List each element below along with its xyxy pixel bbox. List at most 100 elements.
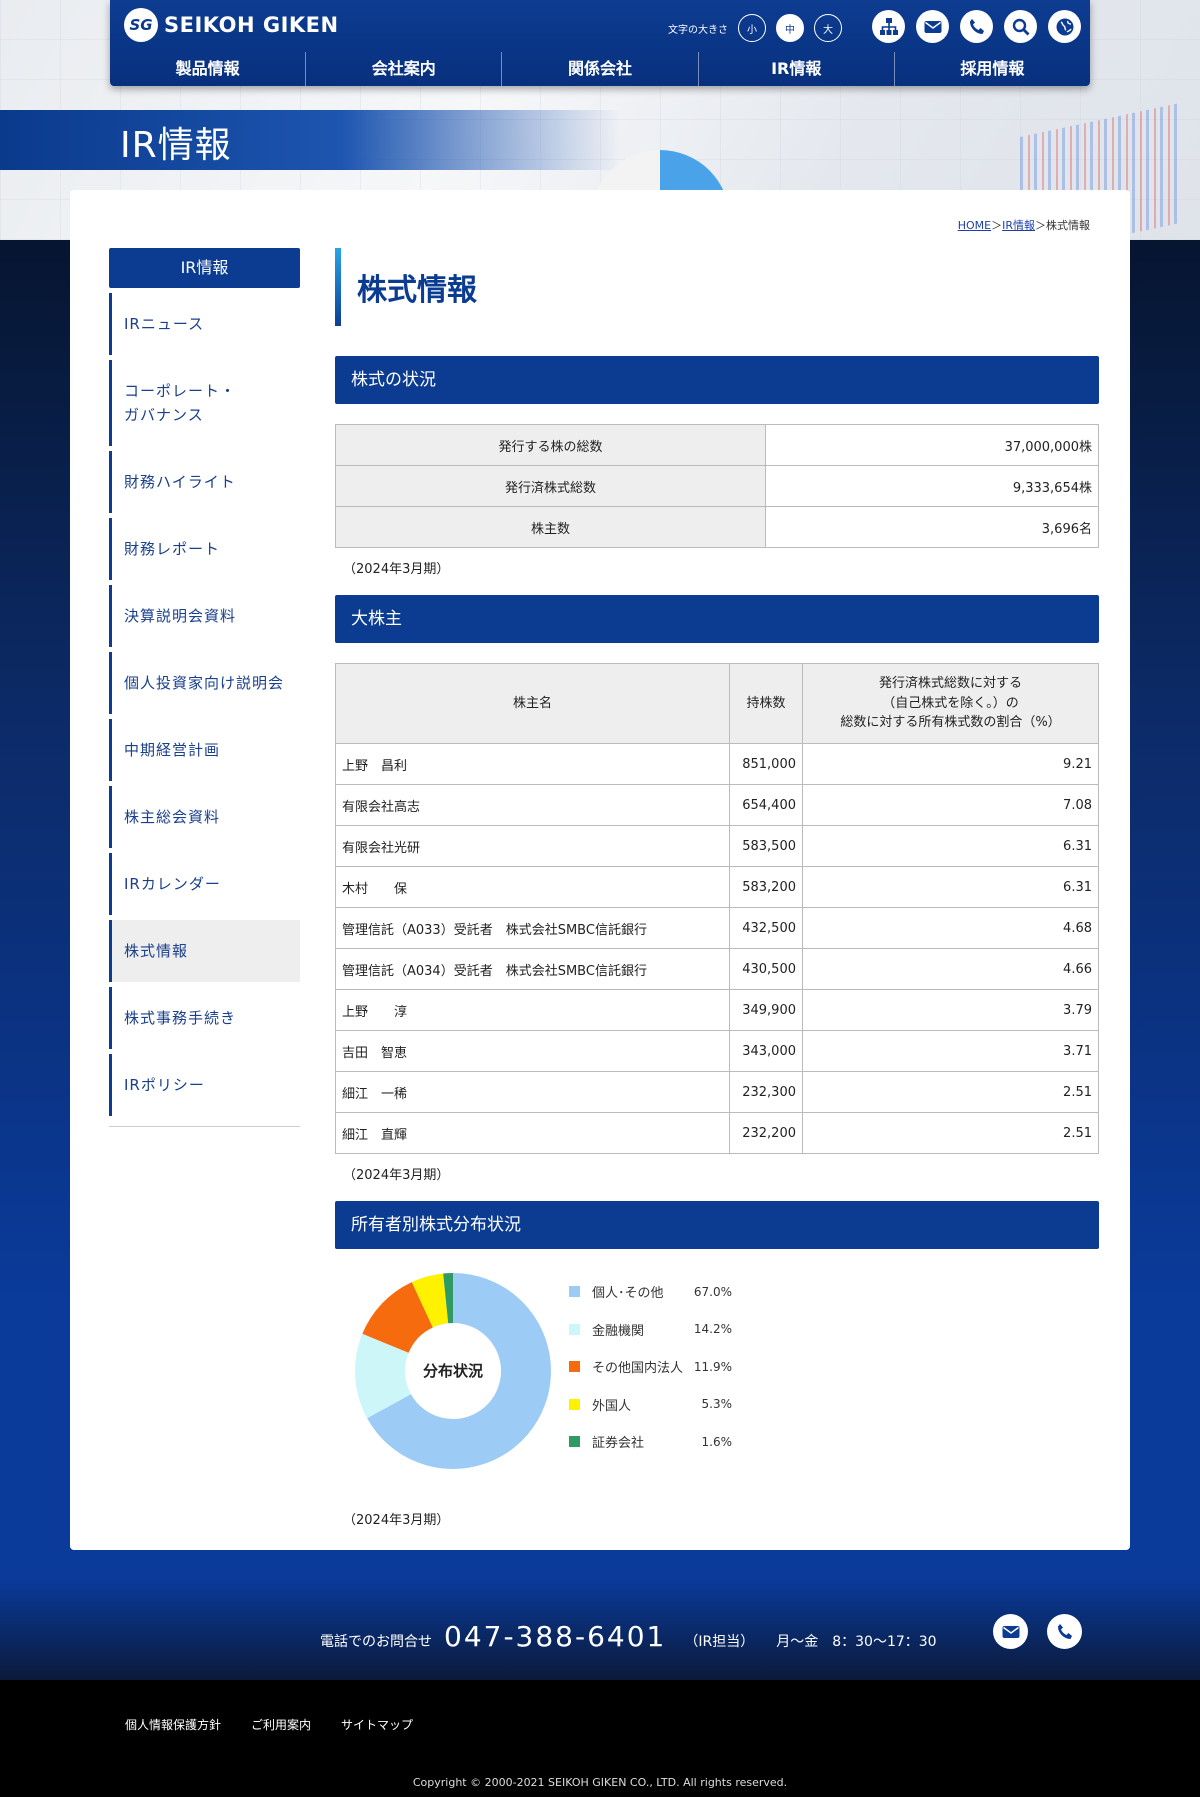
font-size-label: 文字の大きさ (668, 24, 728, 36)
legend-label: 金融機関 (592, 1323, 645, 1339)
ratio-cell: 4.68 (802, 907, 1099, 949)
table-cell-label: 発行済株式総数 (335, 465, 766, 507)
table-row: 株主数 3,696名 (335, 506, 1099, 548)
hero-title: IR情報 (120, 125, 232, 166)
legend-value: 11.9% (693, 1359, 732, 1374)
gnav-affiliates[interactable]: 関係会社 (502, 52, 699, 86)
column-header-ratio: 発行済株式総数に対する （自己株式を除く。）の 総数に対する所有株式数の割合（%… (802, 663, 1099, 744)
shares-cell: 430,500 (729, 948, 803, 990)
contact-tel[interactable]: 047-388-6401 (444, 1620, 666, 1653)
sidebar-item-ir-policy[interactable]: IRポリシー (109, 1054, 300, 1116)
sidebar-item-shareholders-meeting[interactable]: 株主総会資料 (109, 786, 300, 848)
main-panel: HOME＞IR情報＞株式情報 IR情報 IRニュース コーポレート・ ガバナンス… (70, 190, 1130, 1550)
shareholder-name-cell: 細江 直輝 (335, 1112, 730, 1154)
gnav-recruit[interactable]: 採用情報 (895, 52, 1090, 86)
globe-icon[interactable] (1048, 10, 1081, 43)
mail-icon[interactable] (916, 10, 949, 43)
gnav-company[interactable]: 会社案内 (306, 52, 503, 86)
ratio-cell: 2.51 (802, 1112, 1099, 1154)
sidebar-item-financial-highlight[interactable]: 財務ハイライト (109, 451, 300, 513)
footer-links: 個人情報保護方針 ご利用案内 サイトマップ (125, 1716, 413, 1733)
shareholder-name-cell: 有限会社高志 (335, 784, 730, 826)
shareholder-name-cell: 細江 一稀 (335, 1071, 730, 1113)
sidebar-item-ir-news[interactable]: IRニュース (109, 293, 300, 355)
ratio-cell: 4.66 (802, 948, 1099, 990)
ratio-cell: 2.51 (802, 1071, 1099, 1113)
legend-value: 1.6% (701, 1434, 733, 1449)
font-size-small-button[interactable]: 小 (738, 14, 766, 42)
table-row: 細江 一稀 232,300 2.51 (335, 1071, 1099, 1113)
column-header-shares: 持株数 (729, 663, 803, 744)
section-heading-stock-status: 株式の状況 (335, 356, 1099, 404)
sidebar-item-governance[interactable]: コーポレート・ ガバナンス (109, 360, 300, 446)
site-logo[interactable]: SG SEIKOH GIKEN (124, 8, 339, 42)
shareholder-name-cell: 木村 保 (335, 866, 730, 908)
breadcrumb-home-link[interactable]: HOME (958, 219, 991, 232)
legend-item: その他国内法人 11.9% (569, 1348, 732, 1386)
mail-icon[interactable] (993, 1614, 1028, 1649)
major-shareholders-rows: 上野 昌利 851,000 9.21 有限会社高志 654,400 7.08 有限会社光研 5… (335, 743, 1099, 1154)
table-row: 発行済株式総数 9,333,654株 (335, 465, 1099, 507)
shareholder-name-cell: 管理信託（A034）受託者 株式会社SMBC信託銀行 (335, 948, 730, 990)
legend-label: 外国人 (592, 1398, 632, 1414)
sidebar-item-stock-procedures[interactable]: 株式事務手続き (109, 987, 300, 1049)
table-row: 上野 昌利 851,000 9.21 (335, 743, 1099, 785)
sidebar-item-briefing-materials[interactable]: 決算説明会資料 (109, 585, 300, 647)
search-icon[interactable] (1004, 10, 1037, 43)
table-row: 有限会社高志 654,400 7.08 (335, 784, 1099, 826)
sidebar-title[interactable]: IR情報 (109, 248, 300, 288)
footer-link-terms[interactable]: ご利用案内 (251, 1716, 311, 1733)
ratio-cell: 6.31 (802, 825, 1099, 867)
legend-swatch (569, 1323, 580, 1335)
breadcrumb-ir-link[interactable]: IR情報 (1002, 219, 1035, 232)
font-size-large-button[interactable]: 大 (814, 14, 842, 42)
legend-value: 5.3% (701, 1397, 733, 1412)
legend-swatch (569, 1286, 580, 1298)
sidebar: IR情報 IRニュース コーポレート・ ガバナンス 財務ハイライト 財務レポート… (109, 248, 300, 1127)
table-row: 管理信託（A034）受託者 株式会社SMBC信託銀行 430,500 4.66 (335, 948, 1099, 990)
table-row: 上野 淳 349,900 3.79 (335, 989, 1099, 1031)
shareholder-name-cell: 上野 淳 (335, 989, 730, 1031)
table-cell-label: 株主数 (335, 506, 766, 548)
header-tools (872, 10, 1081, 43)
contact-hours: 月〜金 8：30〜17：30 (776, 1634, 937, 1650)
table-header-row: 株主名 持株数 発行済株式総数に対する （自己株式を除く。）の 総数に対する所有… (335, 663, 1099, 744)
legend-item: 外国人 5.3% (569, 1386, 732, 1424)
legend-swatch (569, 1398, 580, 1410)
breadcrumb: HOME＞IR情報＞株式情報 (958, 217, 1090, 233)
legend-item: 個人･その他 67.0% (569, 1273, 732, 1311)
sitemap-icon[interactable] (872, 10, 905, 43)
table-cell-value: 37,000,000株 (765, 424, 1099, 466)
contact-info: 電話でのお問合せ 047-388-6401 （IR担当） 月〜金 8：30〜17… (320, 1620, 937, 1653)
ratio-cell: 3.79 (802, 989, 1099, 1031)
legend-swatch (569, 1436, 580, 1448)
phone-icon[interactable] (960, 10, 993, 43)
footer-link-privacy[interactable]: 個人情報保護方針 (125, 1716, 221, 1733)
shares-cell: 654,400 (729, 784, 803, 826)
gnav-products[interactable]: 製品情報 (110, 52, 307, 86)
shares-cell: 343,000 (729, 1030, 803, 1072)
table-row: 発行する株の総数 37,000,000株 (335, 424, 1099, 466)
sidebar-item-label: コーポレート・ ガバナンス (124, 382, 237, 424)
contact-bar: 電話でのお問合せ 047-388-6401 （IR担当） 月〜金 8：30〜17… (0, 1614, 1200, 1670)
site-footer: 個人情報保護方針 ご利用案内 サイトマップ Copyright © 2000-2… (0, 1680, 1200, 1797)
major-shareholders-table: 株主名 持株数 発行済株式総数に対する （自己株式を除く。）の 総数に対する所有… (335, 663, 1099, 1154)
breadcrumb-current: 株式情報 (1046, 219, 1090, 232)
footer-link-sitemap[interactable]: サイトマップ (341, 1716, 413, 1733)
chart-legend: 個人･その他 67.0% 金融機関 14.2% その他国内法人 11.9% 外国人 5.3% 証… (569, 1273, 732, 1461)
phone-icon[interactable] (1047, 1614, 1082, 1649)
table-row: 木村 保 583,200 6.31 (335, 866, 1099, 908)
font-size-medium-button[interactable]: 中 (776, 14, 804, 42)
gnav-ir[interactable]: IR情報 (699, 52, 895, 86)
sidebar-divider (109, 1126, 300, 1127)
sidebar-item-stock-info[interactable]: 株式情報 (109, 920, 300, 982)
page-title: 株式情報 (335, 248, 1099, 326)
sidebar-item-ir-calendar[interactable]: IRカレンダー (109, 853, 300, 915)
breadcrumb-separator: ＞ (1035, 219, 1046, 232)
column-header-name: 株主名 (335, 663, 730, 744)
legend-item: 証券会社 1.6% (569, 1423, 732, 1461)
table-cell-value: 3,696名 (765, 506, 1099, 548)
sidebar-item-midterm-plan[interactable]: 中期経営計画 (109, 719, 300, 781)
sidebar-item-individual-investors[interactable]: 個人投資家向け説明会 (109, 652, 300, 714)
sidebar-item-financial-report[interactable]: 財務レポート (109, 518, 300, 580)
